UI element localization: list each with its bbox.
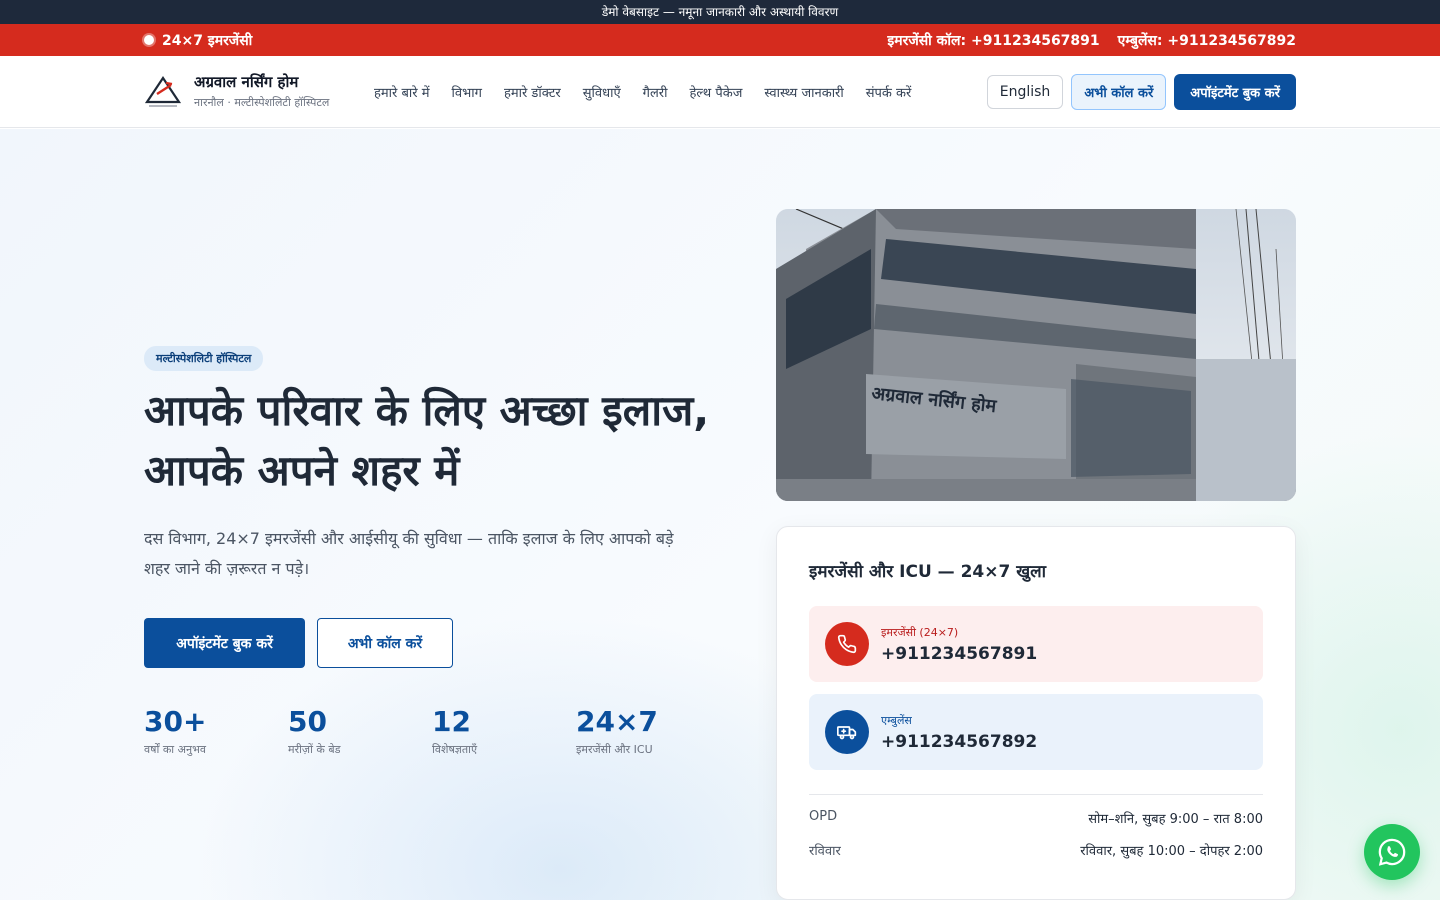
emergency-indicator: 24×7 इमरजेंसी [144,31,252,50]
header-book-appointment-button[interactable]: अपॉइंटमेंट बुक करें [1174,73,1296,110]
language-toggle-button[interactable]: English [986,74,1064,109]
live-dot-icon [144,35,154,45]
phone-icon [825,622,869,666]
emergency-card-title: इमरजेंसी और ICU — 24×7 खुला [809,562,1047,582]
whatsapp-chat-button[interactable] [1364,824,1420,880]
main-nav: हमारे बारे में विभाग हमारे डॉक्टर सुविधा… [374,83,911,101]
hospital-logo-icon [144,75,182,109]
hours-label: OPD [809,809,838,824]
nav-health-info[interactable]: स्वास्थ्य जानकारी [764,83,843,101]
emergency-contact-label: इमरजेंसी (24×7) [881,625,959,639]
whatsapp-icon [1378,838,1406,866]
emergency-label: 24×7 इमरजेंसी [162,32,253,49]
stat-label: विशेषज्ञताएँ [432,743,478,756]
ambulance-contact-label: एम्बुलेंस [881,713,912,727]
ambulance-contact-number: +911234567892 [881,731,1038,752]
ambulance-icon [825,710,869,754]
emergency-contact-number: +911234567891 [881,643,1038,664]
hero-book-appointment-button[interactable]: अपॉइंटमेंट बुक करें [144,618,305,668]
emergency-info-card: इमरजेंसी और ICU — 24×7 खुला इमरजेंसी (24… [776,526,1296,900]
brand-name: अग्रवाल नर्सिंग होम [194,73,299,91]
nav-doctors[interactable]: हमारे डॉक्टर [504,83,561,101]
card-divider [809,794,1263,795]
stat-value: 30+ [144,705,207,738]
emergency-call-link[interactable]: इमरजेंसी कॉल: +911234567891 [887,31,1099,50]
nav-contact[interactable]: संपर्क करें [866,83,912,101]
stat-value: 12 [432,705,471,738]
stat-emergency: 24×7 इमरजेंसी और ICU [576,706,720,757]
hero-stats: 30+ वर्षों का अनुभव 50 मरीज़ों के बेड 12… [144,706,720,757]
emergency-contact-row[interactable]: इमरजेंसी (24×7) +911234567891 [809,606,1263,682]
hours-value: रविवार, सुबह 10:00 – दोपहर 2:00 [1080,844,1263,859]
stat-beds: 50 मरीज़ों के बेड [288,706,432,757]
stat-value: 50 [288,705,327,738]
stat-label: वर्षों का अनुभव [144,743,206,756]
hero-headline: आपके परिवार के लिए अच्छा इलाज, आपके अपने… [144,386,710,495]
hours-label: रविवार [809,844,841,859]
ambulance-contact-row[interactable]: एम्बुलेंस +911234567892 [809,694,1263,770]
stat-experience: 30+ वर्षों का अनुभव [144,706,288,757]
hero-call-button[interactable]: अभी कॉल करें [317,618,453,668]
brand-logo-link[interactable]: अग्रवाल नर्सिंग होम नारनौल · मल्टीस्पेशल… [144,73,350,110]
hero-section: मल्टीस्पेशलिटी हॉस्पिटल आपके परिवार के ल… [0,129,1440,900]
site-header: अग्रवाल नर्सिंग होम नारनौल · मल्टीस्पेशल… [0,56,1440,128]
demo-notice-text: डेमो वेबसाइट — नमूना जानकारी और अस्थायी … [601,5,839,19]
nav-facilities[interactable]: सुविधाएँ [583,83,621,101]
nav-gallery[interactable]: गैलरी [643,83,668,101]
hours-row-sunday: रविवार रविवार, सुबह 10:00 – दोपहर 2:00 [809,841,1263,859]
hours-row-opd: OPD सोम–शनि, सुबह 9:00 – रात 8:00 [809,809,1263,827]
nav-about[interactable]: हमारे बारे में [374,83,430,101]
stat-label: मरीज़ों के बेड [288,743,341,756]
nav-health-packages[interactable]: हेल्थ पैकेज [689,83,742,101]
hospital-building-photo: अग्रवाल नर्सिंग होम [776,209,1296,501]
hero-tag-badge: मल्टीस्पेशलिटी हॉस्पिटल [144,346,264,371]
brand-subtitle: नारनौल · मल्टीस्पेशलिटी हॉस्पिटल [194,96,330,109]
hero-lead-text: दस विभाग, 24×7 इमरजेंसी और आईसीयू की सुव… [144,529,674,578]
header-call-button[interactable]: अभी कॉल करें [1071,73,1167,110]
stat-specialities: 12 विशेषज्ञताएँ [432,706,576,757]
ambulance-call-link[interactable]: एम्बुलेंस: +911234567892 [1118,31,1296,50]
stat-label: इमरजेंसी और ICU [576,743,653,756]
hours-value: सोम–शनि, सुबह 9:00 – रात 8:00 [1088,812,1263,827]
nav-departments[interactable]: विभाग [452,83,482,101]
stat-value: 24×7 [576,705,658,738]
emergency-top-bar: 24×7 इमरजेंसी इमरजेंसी कॉल: +91123456789… [0,24,1440,56]
demo-notice-bar: डेमो वेबसाइट — नमूना जानकारी और अस्थायी … [0,0,1440,24]
